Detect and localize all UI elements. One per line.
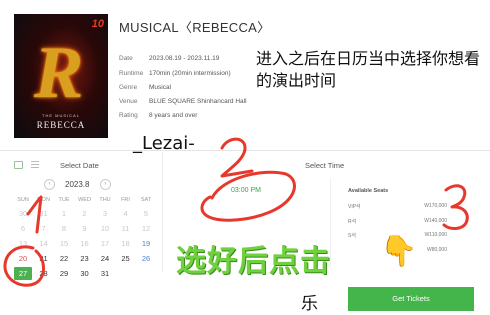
calendar-day-31: 31 [39, 209, 48, 218]
calendar-day-28[interactable]: 28 [35, 267, 53, 280]
circle-around-time [200, 170, 296, 222]
list-view-icon[interactable] [31, 161, 39, 168]
info-value: BLUE SQUARE Shinhancard Hall [149, 98, 247, 105]
calendar-day-9: 9 [82, 224, 87, 233]
calendar-view-icon[interactable] [14, 161, 23, 169]
seat-grade: VIP석 [348, 204, 361, 210]
calendar-day-22[interactable]: 22 [55, 252, 73, 265]
pointing-hand-icon: 👇 [380, 235, 418, 268]
section-divider [0, 150, 490, 151]
prev-month-button[interactable]: ‹ [44, 179, 55, 190]
get-tickets-button[interactable]: Get Tickets [348, 287, 474, 311]
calendar-day-25[interactable]: 25 [117, 252, 135, 265]
info-value: 170min (20min intermission) [149, 70, 231, 77]
calendar-day-5: 5 [143, 209, 149, 218]
time-slot-button[interactable]: 03:00 PM [231, 187, 261, 194]
calendar-day-24[interactable]: 24 [96, 252, 114, 265]
calendar-day-1: 1 [61, 209, 67, 218]
annotation-le: 乐 [301, 294, 318, 314]
available-seats-title: Available Seats [348, 188, 389, 194]
instruction-note: 进入之后在日历当中选择你想看的演出时间 [256, 49, 481, 90]
weekday-header: TUE [58, 197, 70, 203]
mark-number-2-stroke [220, 137, 254, 178]
show-title: MUSICAL〈REBECCA〉 [119, 20, 271, 35]
calendar-day-23[interactable]: 23 [76, 252, 94, 265]
calendar-day-13: 13 [18, 239, 28, 248]
calendar-day-17: 17 [100, 239, 110, 248]
panel-divider [162, 152, 163, 272]
calendar-day-26[interactable]: 26 [137, 252, 155, 265]
calendar-day-3: 3 [102, 209, 108, 218]
seat-grade: R석 [348, 219, 357, 225]
poster-subtitle: THE MUSICAL [42, 113, 80, 118]
calendar-day-21[interactable]: 21 [35, 252, 53, 265]
calendar-day-30[interactable]: 30 [76, 267, 94, 280]
calendar-day-18: 18 [121, 239, 130, 248]
calendar-day-6: 6 [20, 224, 26, 233]
calendar-day-14: 14 [39, 239, 48, 248]
weekday-header: FRI [121, 197, 130, 203]
calendar-day-27[interactable]: 27 [14, 267, 32, 280]
info-value: Musical [149, 84, 172, 91]
weekday-header: WED [78, 197, 91, 203]
calendar-day-8: 8 [61, 224, 67, 233]
select-time-label: Select Time [305, 161, 345, 170]
calendar-day-10: 10 [100, 224, 110, 233]
select-date-label: Select Date [60, 161, 99, 170]
calendar-month: 2023.8 [65, 180, 90, 189]
calendar-day-31[interactable]: 31 [96, 267, 114, 280]
calendar-day-30: 30 [18, 209, 28, 218]
calendar-day-29[interactable]: 29 [55, 267, 73, 280]
weekday-header: SUN [17, 197, 29, 203]
calendar-day-11: 11 [121, 224, 130, 233]
info-value: 8 years and over [149, 112, 198, 119]
calendar-day-19[interactable]: 19 [137, 237, 155, 250]
show-poster: 10 R THE MUSICAL REBECCA [14, 14, 108, 138]
poster-title: REBECCA [36, 120, 86, 130]
calendar-day-12: 12 [141, 224, 151, 233]
next-month-button[interactable]: › [100, 179, 111, 190]
mark-number-3-stroke [442, 184, 469, 230]
cta-annotation: 选好后点击 [176, 244, 331, 279]
weekday-header: SAT [140, 197, 152, 203]
seat-price: W170,000 [424, 203, 447, 209]
weekday-header: MON [37, 197, 50, 203]
seat-grade: S석 [348, 233, 356, 239]
calendar-day-20[interactable]: 20 [14, 252, 32, 265]
seat-price: W140,000 [424, 218, 447, 224]
calendar-day-2: 2 [82, 209, 87, 218]
weekday-header: THU [99, 197, 111, 203]
calendar-day-4: 4 [123, 209, 128, 218]
calendar-day-16: 16 [80, 239, 89, 248]
poster-letter: R [34, 32, 84, 114]
calendar-day-15: 15 [59, 239, 69, 248]
calendar-day-7: 7 [41, 224, 46, 233]
info-value: 2023.08.19 - 2023.11.19 [149, 55, 220, 62]
